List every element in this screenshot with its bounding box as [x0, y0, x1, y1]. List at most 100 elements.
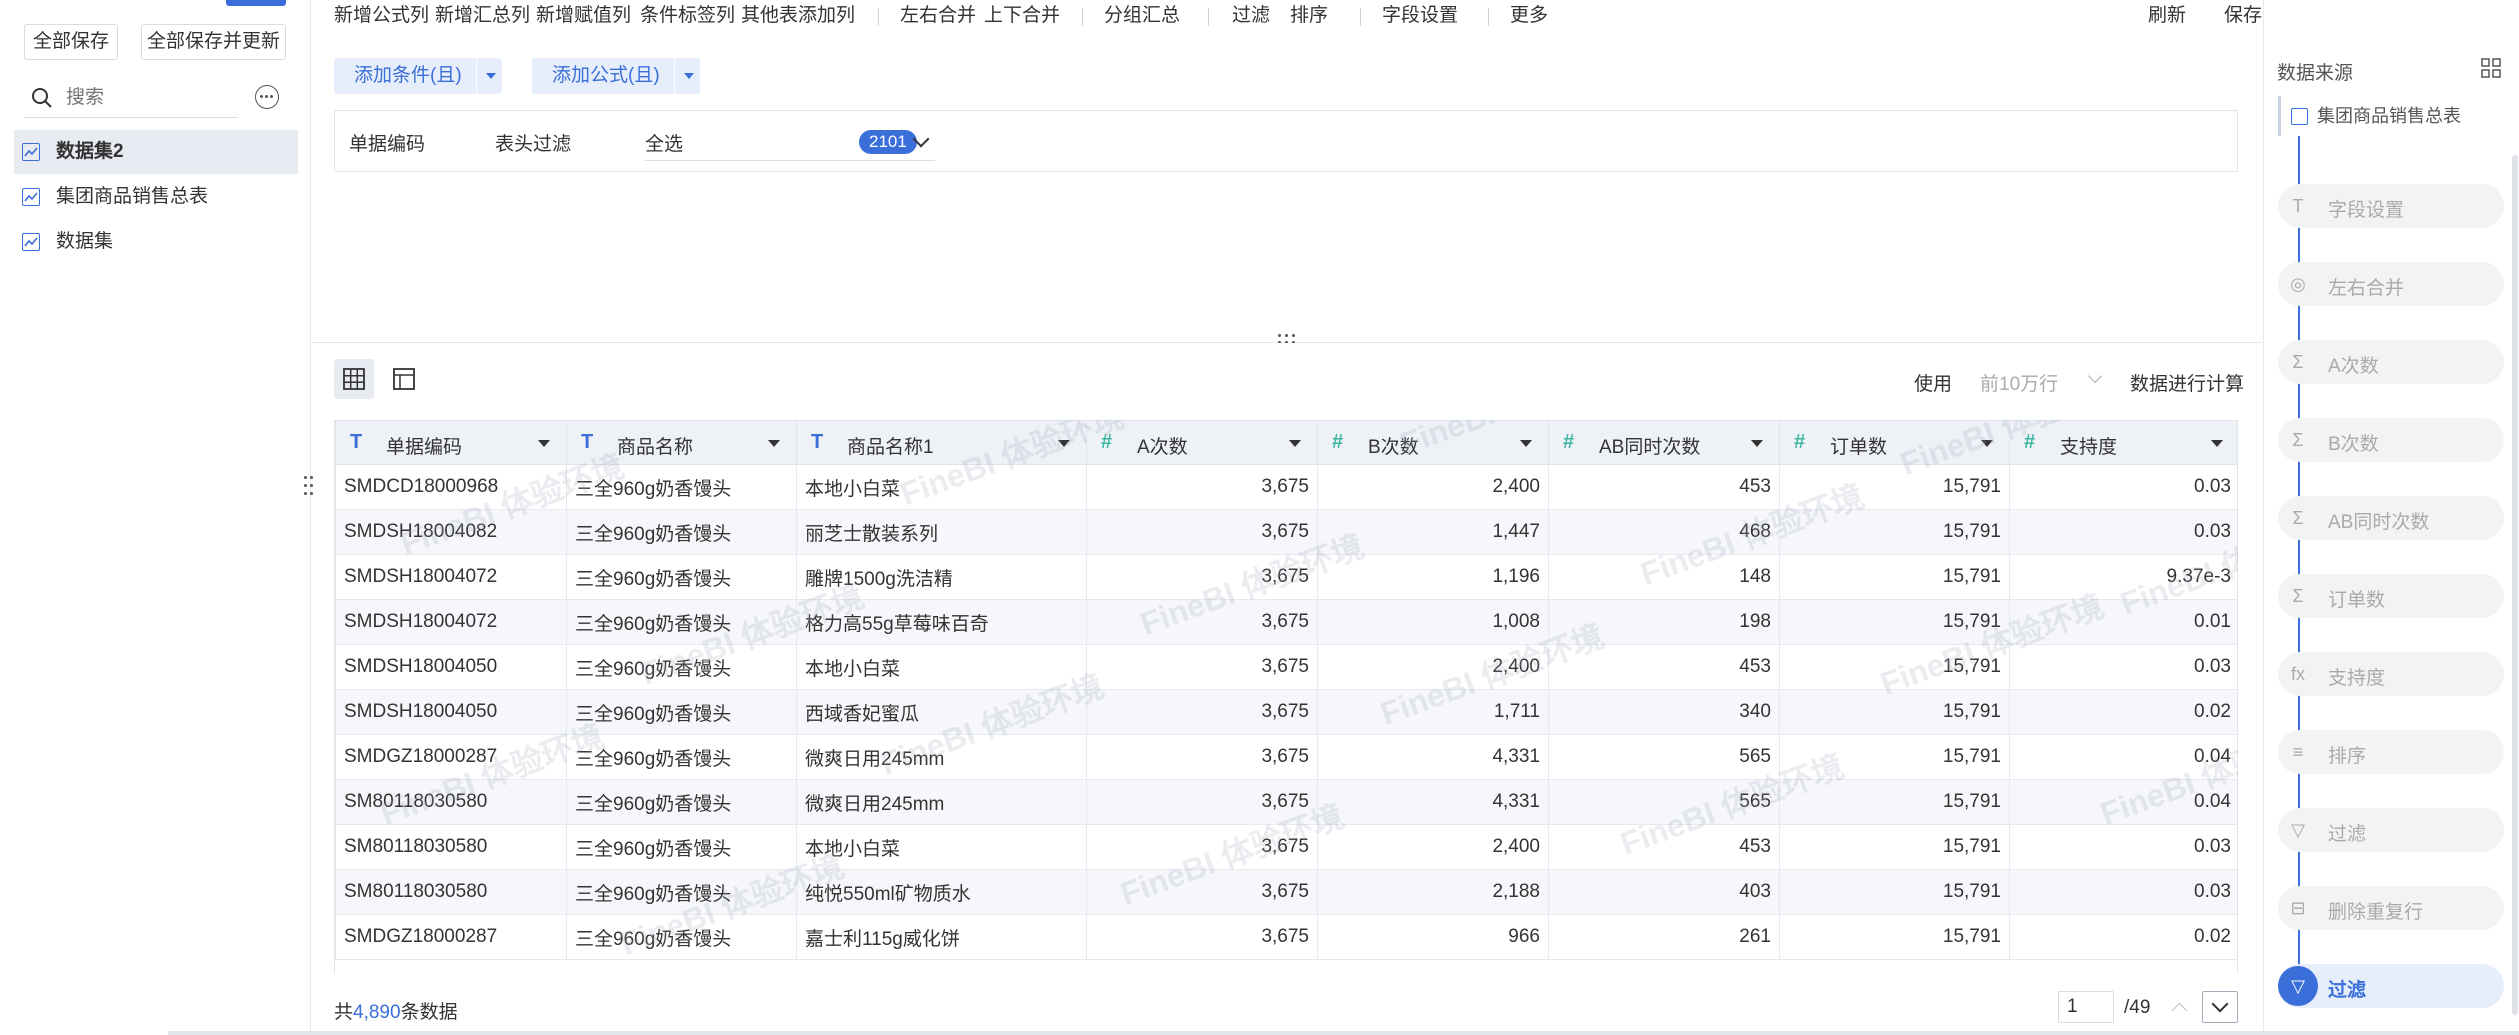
column-header[interactable]: # 订单数 — [1779, 420, 2010, 465]
table-cell[interactable]: 三全960g奶香馒头 — [566, 554, 797, 600]
table-cell[interactable]: 3,675 — [1086, 644, 1318, 690]
table-cell[interactable]: 3,675 — [1086, 599, 1318, 645]
table-cell[interactable]: 15,791 — [1779, 914, 2010, 960]
table-cell[interactable]: 15,791 — [1779, 599, 2010, 645]
more-options-icon[interactable] — [255, 85, 279, 109]
search-input[interactable] — [66, 84, 236, 112]
table-cell[interactable]: 三全960g奶香馒头 — [566, 464, 797, 510]
table-row[interactable]: SM80118030580 三全960g奶香馒头 纯悦550ml矿物质水 3,675 2… — [335, 869, 2237, 915]
toolbar-more-button[interactable]: 更多 — [1510, 3, 1548, 29]
table-row[interactable]: SM80118030580 三全960g奶香馒头 本地小白菜 3,675 2,400 45… — [335, 824, 2237, 870]
layout-switch-icon[interactable] — [2481, 58, 2501, 78]
search-box[interactable] — [24, 78, 238, 118]
table-cell[interactable]: 15,791 — [1779, 734, 2010, 780]
column-header[interactable]: T 单据编码 — [335, 420, 567, 465]
table-cell[interactable]: 本地小白菜 — [796, 824, 1087, 870]
column-header[interactable]: # AB同时次数 — [1548, 420, 1780, 465]
table-cell[interactable]: 2,400 — [1317, 824, 1549, 870]
table-cell[interactable]: SMDSH18004050 — [335, 689, 567, 735]
table-cell[interactable]: SMDGZ18000287 — [335, 914, 567, 960]
table-cell[interactable]: 0.04 — [2009, 779, 2237, 825]
step-item[interactable]: ≡ 排序 — [2278, 730, 2504, 774]
table-cell[interactable]: 三全960g奶香馒头 — [566, 869, 797, 915]
table-cell[interactable]: 3,675 — [1086, 734, 1318, 780]
dataset-item[interactable]: 数据集2 — [14, 130, 298, 174]
toolbar-group-summary-button[interactable]: 分组汇总 — [1104, 3, 1180, 29]
table-cell[interactable]: 三全960g奶香馒头 — [566, 914, 797, 960]
table-row[interactable]: SMDSH18004082 三全960g奶香馒头 丽芝士散装系列 3,675 1,447… — [335, 509, 2237, 555]
table-cell[interactable]: 198 — [1548, 599, 1780, 645]
column-dropdown-icon[interactable] — [1751, 440, 1763, 447]
save-all-button[interactable]: 全部保存 — [24, 24, 118, 60]
table-cell[interactable]: 三全960g奶香馒头 — [566, 509, 797, 555]
toolbar-add-assign-column-button[interactable]: 新增赋值列 — [536, 3, 631, 29]
table-cell[interactable]: 3,675 — [1086, 464, 1318, 510]
bottom-scrollbar[interactable] — [168, 1031, 2519, 1035]
step-item[interactable]: ◎ 左右合并 — [2278, 262, 2504, 306]
table-cell[interactable]: 4,331 — [1317, 734, 1549, 780]
row-limit-select[interactable]: 前10万行 — [1972, 363, 2112, 397]
table-cell[interactable]: 西域香妃蜜瓜 — [796, 689, 1087, 735]
step-item[interactable]: Σ AB同时次数 — [2278, 496, 2504, 540]
table-cell[interactable]: 3,675 — [1086, 779, 1318, 825]
table-row[interactable]: SMDSH18004050 三全960g奶香馒头 本地小白菜 3,675 2,400 45… — [335, 644, 2237, 690]
table-cell[interactable]: SMDSH18004072 — [335, 599, 567, 645]
source-table-item[interactable]: 集团商品销售总表 — [2278, 96, 2506, 136]
column-dropdown-icon[interactable] — [538, 440, 550, 447]
table-cell[interactable]: SMDGZ18000287 — [335, 734, 567, 780]
column-header[interactable]: # 支持度 — [2009, 420, 2237, 465]
toolbar-add-formula-column-button[interactable]: 新增公式列 — [334, 3, 429, 29]
toolbar-field-settings-button[interactable]: 字段设置 — [1382, 3, 1458, 29]
chevron-down-icon[interactable] — [2087, 368, 2103, 384]
column-dropdown-icon[interactable] — [1289, 440, 1301, 447]
table-cell[interactable]: 1,447 — [1317, 509, 1549, 555]
table-cell[interactable]: 0.04 — [2009, 734, 2237, 780]
table-cell[interactable]: SMDCD18000968 — [335, 464, 567, 510]
dataset-item[interactable]: 集团商品销售总表 — [14, 175, 298, 219]
column-header[interactable]: # A次数 — [1086, 420, 1318, 465]
table-cell[interactable]: 15,791 — [1779, 509, 2010, 555]
table-row[interactable]: SMDCD18000968 三全960g奶香馒头 本地小白菜 3,675 2,400 45… — [335, 464, 2237, 510]
toolbar-filter-button[interactable]: 过滤 — [1232, 3, 1270, 29]
table-row[interactable]: SMDGZ18000287 三全960g奶香馒头 微爽日用245mm 3,675 4,3… — [335, 734, 2237, 780]
add-formula-label[interactable]: 添加公式(且) — [532, 58, 660, 94]
table-cell[interactable]: 0.03 — [2009, 464, 2237, 510]
toolbar-add-summary-column-button[interactable]: 新增汇总列 — [435, 3, 530, 29]
table-row[interactable]: SMDSH18004050 三全960g奶香馒头 西域香妃蜜瓜 3,675 1,711 3… — [335, 689, 2237, 735]
toolbar-save-button[interactable]: 保存 — [2224, 3, 2262, 29]
right-panel-scrollbar[interactable] — [2512, 155, 2518, 1015]
column-dropdown-icon[interactable] — [1058, 440, 1070, 447]
add-condition-label[interactable]: 添加条件(且) — [334, 58, 462, 94]
table-cell[interactable]: 1,711 — [1317, 689, 1549, 735]
table-row[interactable]: SMDGZ18000287 三全960g奶香馒头 嘉士利115g威化饼 3,675 96… — [335, 914, 2237, 960]
toolbar-union-top-bottom-button[interactable]: 上下合并 — [984, 3, 1060, 29]
table-cell[interactable]: 565 — [1548, 779, 1780, 825]
toolbar-join-left-right-button[interactable]: 左右合并 — [900, 3, 976, 29]
table-cell[interactable]: 565 — [1548, 734, 1780, 780]
table-cell[interactable]: 15,791 — [1779, 554, 2010, 600]
table-cell[interactable]: 3,675 — [1086, 869, 1318, 915]
table-cell[interactable]: 三全960g奶香馒头 — [566, 734, 797, 780]
table-cell[interactable]: 2,400 — [1317, 644, 1549, 690]
add-condition-dropdown-icon[interactable] — [476, 58, 502, 94]
table-cell[interactable]: 本地小白菜 — [796, 464, 1087, 510]
add-condition-button[interactable]: 添加条件(且) — [334, 58, 502, 94]
column-dropdown-icon[interactable] — [1520, 440, 1532, 447]
toolbar-sort-button[interactable]: 排序 — [1290, 3, 1328, 29]
table-cell[interactable]: SM80118030580 — [335, 779, 567, 825]
save-all-update-button[interactable]: 全部保存并更新 — [141, 24, 286, 60]
toolbar-condition-tag-column-button[interactable]: 条件标签列 — [640, 3, 735, 29]
page-up-button[interactable] — [2164, 991, 2196, 1023]
table-cell[interactable]: 9.37e-3 — [2009, 554, 2237, 600]
column-dropdown-icon[interactable] — [2211, 440, 2223, 447]
step-item[interactable]: Σ A次数 — [2278, 340, 2504, 384]
table-cell[interactable]: 15,791 — [1779, 779, 2010, 825]
table-cell[interactable]: 3,675 — [1086, 824, 1318, 870]
table-cell[interactable]: 403 — [1548, 869, 1780, 915]
table-cell[interactable]: 15,791 — [1779, 464, 2010, 510]
filter-value-select[interactable]: 全选 2101 — [645, 121, 935, 161]
left-resize-handle-icon[interactable] — [303, 474, 315, 498]
table-cell[interactable]: 0.03 — [2009, 644, 2237, 690]
table-cell[interactable]: 15,791 — [1779, 824, 2010, 870]
table-cell[interactable]: 0.01 — [2009, 599, 2237, 645]
